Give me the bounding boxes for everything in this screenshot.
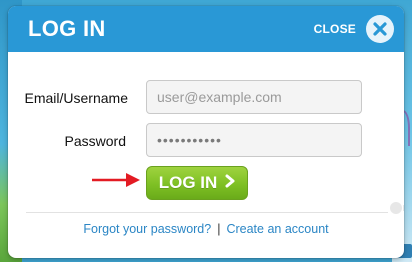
login-dialog: LOG IN CLOSE Email/Username Password LOG… bbox=[8, 6, 404, 258]
login-form: Email/Username Password LOG IN bbox=[8, 6, 404, 258]
password-label: Password bbox=[64, 133, 126, 149]
watermark-logo-icon bbox=[388, 198, 404, 222]
chevron-right-icon bbox=[225, 173, 235, 193]
forgot-password-link[interactable]: Forgot your password? bbox=[83, 222, 211, 236]
divider bbox=[26, 212, 388, 213]
footer-separator: | bbox=[217, 222, 221, 236]
dialog-footer: Forgot your password? | Create an account bbox=[8, 222, 404, 236]
login-button-label: LOG IN bbox=[158, 173, 218, 192]
create-account-link[interactable]: Create an account bbox=[226, 222, 328, 236]
password-field[interactable] bbox=[146, 123, 362, 157]
email-label: Email/Username bbox=[24, 90, 128, 106]
red-arrow-icon bbox=[90, 172, 142, 193]
login-button[interactable]: LOG IN bbox=[146, 166, 248, 200]
email-field[interactable] bbox=[146, 80, 362, 114]
